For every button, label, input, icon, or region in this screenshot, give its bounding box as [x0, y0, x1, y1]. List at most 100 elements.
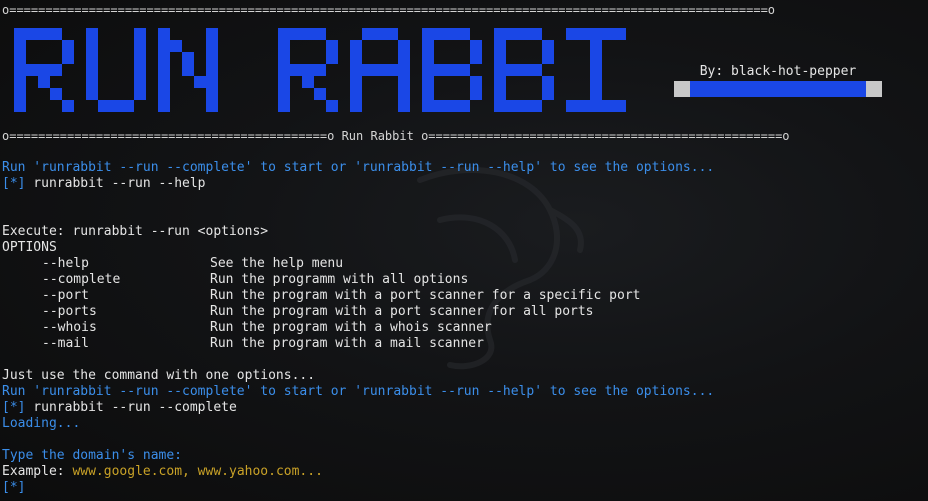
banner-pixel — [158, 40, 170, 52]
prompt-line-1: [*] runrabbit --run --help — [2, 176, 206, 192]
banner-pixel — [374, 64, 386, 76]
banner-pixel — [278, 52, 290, 64]
prompt-command: runrabbit --run --complete — [25, 400, 237, 415]
banner-pixel — [314, 64, 326, 76]
banner-pixel — [350, 88, 362, 100]
run-rabbit-banner — [14, 28, 626, 112]
banner-pixel — [134, 28, 146, 40]
banner-pixel — [518, 28, 530, 40]
banner-pixel — [590, 76, 602, 88]
example-label: Example: — [2, 464, 73, 479]
banner-pixel — [542, 52, 554, 64]
banner-pixel — [302, 76, 314, 88]
input-prompt[interactable]: [*] — [2, 480, 25, 496]
banner-pixel — [530, 28, 542, 40]
hint-line-1: Run 'runrabbit --run --complete' to star… — [2, 160, 715, 175]
prompt-command: runrabbit --run --help — [25, 176, 206, 191]
banner-pixel — [326, 100, 338, 112]
banner-pixel — [422, 52, 434, 64]
banner-pixel — [518, 100, 530, 112]
banner-pixel — [458, 28, 470, 40]
banner-pixel — [14, 64, 26, 76]
banner-pixel — [434, 28, 446, 40]
banner-pixel — [302, 64, 314, 76]
option-flag: --ports — [42, 304, 97, 319]
banner-pixel — [398, 40, 410, 52]
terminal-window[interactable]: o=======================================… — [0, 0, 928, 501]
banner-pixel — [86, 52, 98, 64]
banner-pixel — [50, 88, 62, 100]
banner-pixel — [506, 100, 518, 112]
banner-pixel — [14, 100, 26, 112]
banner-pixel — [278, 100, 290, 112]
prompt-line-2: [*] runrabbit --run --complete — [2, 400, 237, 416]
banner-pixel — [62, 40, 74, 52]
banner-pixel — [518, 64, 530, 76]
banner-pixel — [158, 28, 170, 40]
banner-pixel — [26, 28, 38, 40]
option-description: Run the program with a port scanner for … — [210, 304, 594, 319]
banner-pixel — [278, 40, 290, 52]
option-description: Run the program with a port scanner for … — [210, 288, 641, 303]
banner-pixel — [206, 100, 218, 112]
option-flag: --help — [42, 256, 89, 271]
banner-pixel — [26, 64, 38, 76]
banner-pixel — [590, 28, 602, 40]
banner-pixel — [326, 52, 338, 64]
middle-rule: o=======================================… — [2, 128, 926, 144]
banner-pixel — [422, 100, 434, 112]
option-flag: --whois — [42, 320, 97, 335]
banner-pixel — [470, 40, 482, 52]
middle-rule-right: o=======================================… — [421, 129, 790, 143]
banner-pixel — [350, 52, 362, 64]
banner-pixel — [134, 64, 146, 76]
prompt-marker: [*] — [2, 176, 26, 191]
banner-pixel — [170, 40, 182, 52]
example-line: Example: www.google.com, www.yahoo.com..… — [2, 464, 323, 480]
loading-line: Loading... — [2, 416, 81, 431]
banner-pixel — [278, 88, 290, 100]
banner-pixel — [278, 28, 290, 40]
banner-pixel — [206, 52, 218, 64]
banner-pixel — [14, 88, 26, 100]
option-flag: --mail — [42, 336, 89, 351]
banner-pixel — [86, 76, 98, 88]
banner-pixel — [566, 100, 578, 112]
banner-pixel — [290, 64, 302, 76]
banner-pixel — [542, 88, 554, 100]
banner-pixel — [506, 28, 518, 40]
banner-pixel — [86, 64, 98, 76]
banner-pixel — [494, 64, 506, 76]
banner-pixel — [398, 88, 410, 100]
hint-line-2: Run 'runrabbit --run --complete' to star… — [2, 384, 715, 399]
banner-pixel — [494, 40, 506, 52]
banner-pixel — [566, 28, 578, 40]
banner-pixel — [134, 40, 146, 52]
banner-pixel — [50, 28, 62, 40]
banner-pixel — [38, 64, 50, 76]
option-description: Run the programm with all options — [210, 272, 469, 287]
prompt-marker: [*] — [2, 480, 26, 495]
banner-pixel — [602, 100, 614, 112]
banner-pixel — [578, 28, 590, 40]
banner-pixel — [158, 64, 170, 76]
banner-pixel — [458, 100, 470, 112]
banner-pixel — [194, 76, 206, 88]
middle-rule-left: o=======================================… — [2, 129, 335, 143]
banner-pixel — [530, 100, 542, 112]
just-use-line: Just use the command with one options... — [2, 368, 316, 383]
option-row: --ports Run the program with a port scann… — [2, 304, 594, 320]
banner-pixel — [398, 64, 410, 76]
banner-pixel — [398, 52, 410, 64]
banner-pixel — [446, 100, 458, 112]
banner-pixel — [434, 100, 446, 112]
option-row: --mail Run the program with a mail scanne… — [2, 336, 484, 352]
banner-pixel — [14, 52, 26, 64]
example-value: www.google.com, www.yahoo.com... — [72, 464, 323, 479]
banner-pixel — [590, 40, 602, 52]
author-bar-left-cap — [674, 81, 690, 97]
middle-rule-title: Run Rabbit — [341, 129, 414, 143]
banner-pixel — [98, 100, 110, 112]
banner-pixel — [158, 52, 170, 64]
banner-pixel — [206, 40, 218, 52]
